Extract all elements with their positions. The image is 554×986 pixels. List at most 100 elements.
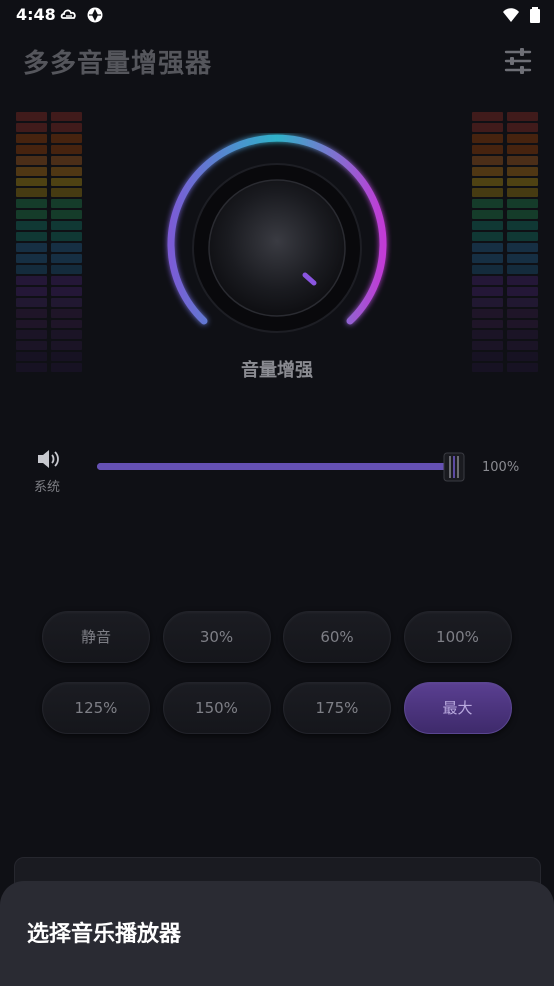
system-volume-slider[interactable] (97, 452, 469, 482)
vu-meter-left (16, 112, 82, 373)
vu-segment (51, 286, 82, 296)
speaker-icon (38, 450, 59, 468)
vu-segment (51, 155, 82, 165)
vu-segment (472, 199, 503, 209)
vu-segment (16, 177, 47, 187)
battery-icon (530, 7, 540, 23)
vu-segment (51, 330, 82, 340)
vu-segment (472, 243, 503, 252)
vu-segment (507, 319, 538, 329)
vu-segment (507, 210, 538, 220)
preset-button[interactable]: 60% (283, 611, 391, 663)
vu-segment (51, 144, 82, 154)
vu-segment (51, 243, 82, 252)
vu-segment (472, 286, 503, 296)
vu-segment (507, 133, 538, 143)
vu-segment (51, 341, 82, 351)
vu-column (51, 112, 82, 373)
vu-segment (472, 264, 503, 274)
vu-segment (472, 308, 503, 318)
vu-segment (472, 166, 503, 176)
preset-button[interactable]: 125% (42, 682, 150, 734)
vu-segment (472, 188, 503, 198)
vu-segment (472, 319, 503, 329)
vu-segment (507, 253, 538, 263)
volume-value: 100% (482, 460, 520, 475)
vu-segment (507, 341, 538, 351)
vu-segment (472, 177, 503, 187)
preset-button[interactable]: 150% (162, 682, 271, 734)
vu-segment (472, 221, 503, 231)
vu-segment (472, 330, 503, 340)
vu-segment (16, 341, 47, 351)
sliders-icon[interactable] (503, 46, 533, 76)
vu-segment (472, 253, 503, 263)
vu-segment (507, 155, 538, 165)
preset-button[interactable]: 175% (283, 682, 391, 734)
vu-segment (507, 144, 538, 154)
slider-fill (97, 463, 447, 470)
vu-segment (51, 210, 82, 220)
vu-segment (16, 166, 47, 176)
vu-segment (507, 221, 538, 231)
vu-segment (472, 275, 503, 285)
network-app-icon (87, 7, 103, 23)
vu-segment (472, 210, 503, 220)
vu-segment (472, 155, 503, 165)
cloud-app-icon (60, 9, 76, 19)
vu-segment (16, 330, 47, 340)
vu-meter-right (472, 112, 538, 373)
vu-segment (472, 232, 503, 242)
vu-segment (507, 264, 538, 274)
vu-segment (507, 199, 538, 209)
vu-segment (16, 188, 47, 198)
wifi-icon (503, 8, 519, 22)
vu-segment (507, 177, 538, 187)
preset-button[interactable]: 30% (162, 611, 271, 663)
vu-segment (16, 221, 47, 231)
vu-segment (16, 122, 47, 132)
vu-segment (51, 253, 82, 263)
vu-segment (16, 112, 47, 121)
vu-segment (16, 275, 47, 285)
status-bar: 4:48 (0, 0, 554, 30)
vu-segment (16, 210, 47, 220)
vu-segment (472, 341, 503, 351)
knob-label: 音量增强 (241, 360, 313, 381)
app-screen: 4:48 多多音量增强器 音量增强 系统 100% 静音 30% 60% 100… (0, 0, 554, 986)
vu-segment (51, 319, 82, 329)
boost-knob[interactable] (162, 133, 392, 338)
vu-segment (16, 319, 47, 329)
slider-thumb[interactable] (443, 452, 465, 482)
vu-column (16, 112, 47, 373)
vu-segment (472, 133, 503, 143)
vu-segment (51, 112, 82, 121)
vu-segment (16, 253, 47, 263)
vu-segment (16, 308, 47, 318)
vu-segment (16, 243, 47, 252)
vu-segment (51, 308, 82, 318)
vu-segment (472, 144, 503, 154)
vu-segment (507, 243, 538, 252)
vu-segment (16, 264, 47, 274)
vu-segment (51, 177, 82, 187)
page-title: 多多音量增强器 (23, 49, 213, 79)
vu-segment (507, 330, 538, 340)
bottom-sheet: 选择音乐播放器 (0, 881, 554, 986)
preset-button[interactable]: 最大 (403, 682, 512, 734)
vu-segment (51, 232, 82, 242)
status-time: 4:48 (16, 5, 56, 24)
vu-segment (51, 199, 82, 209)
vu-segment (472, 122, 503, 132)
vu-segment (507, 232, 538, 242)
vu-segment (51, 122, 82, 132)
preset-button[interactable]: 静音 (42, 611, 150, 663)
vu-segment (507, 188, 538, 198)
vu-column (472, 112, 503, 373)
vu-segment (507, 286, 538, 296)
preset-button[interactable]: 100% (403, 611, 512, 663)
vu-segment (16, 155, 47, 165)
vu-segment (16, 133, 47, 143)
vu-segment (51, 188, 82, 198)
vu-segment (51, 275, 82, 285)
